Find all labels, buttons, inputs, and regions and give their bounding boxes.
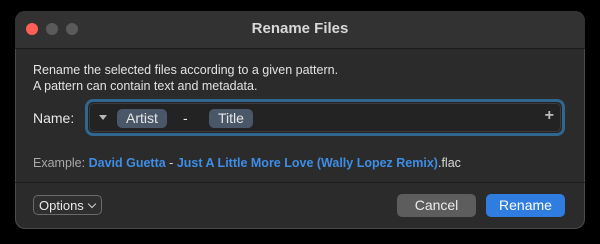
chevron-down-icon[interactable] bbox=[99, 115, 107, 120]
pattern-field-inner: Artist - Title + bbox=[89, 103, 561, 132]
options-label: Options bbox=[39, 198, 84, 213]
pattern-field[interactable]: Artist - Title + bbox=[85, 99, 565, 136]
example-preview: Example: David Guetta - Just A Little Mo… bbox=[33, 156, 461, 170]
description-line-1: Rename the selected files according to a… bbox=[33, 63, 339, 77]
title-bar: Rename Files bbox=[15, 11, 585, 49]
options-button[interactable]: Options bbox=[33, 195, 102, 215]
example-label: Example: bbox=[33, 156, 86, 170]
name-label: Name: bbox=[33, 110, 75, 126]
rename-button[interactable]: Rename bbox=[486, 194, 565, 217]
pattern-separator: - bbox=[183, 110, 188, 126]
example-title: Just A Little More Love (Wally Lopez Rem… bbox=[176, 156, 438, 170]
add-token-button[interactable]: + bbox=[545, 107, 554, 125]
example-extension: .flac bbox=[437, 156, 461, 170]
pattern-token-title[interactable]: Title bbox=[209, 109, 253, 128]
footer-divider bbox=[15, 182, 585, 183]
example-separator: - bbox=[165, 156, 177, 170]
pattern-token-artist[interactable]: Artist bbox=[117, 109, 167, 128]
cancel-button[interactable]: Cancel bbox=[397, 194, 476, 217]
rename-files-dialog: Rename Files Rename the selected files a… bbox=[15, 11, 585, 229]
dialog-description: Rename the selected files according to a… bbox=[33, 62, 338, 94]
chevron-down-icon bbox=[87, 199, 97, 209]
description-line-2: A pattern can contain text and metadata. bbox=[33, 79, 258, 93]
window-title: Rename Files bbox=[251, 20, 349, 37]
example-artist: David Guetta bbox=[88, 156, 166, 170]
